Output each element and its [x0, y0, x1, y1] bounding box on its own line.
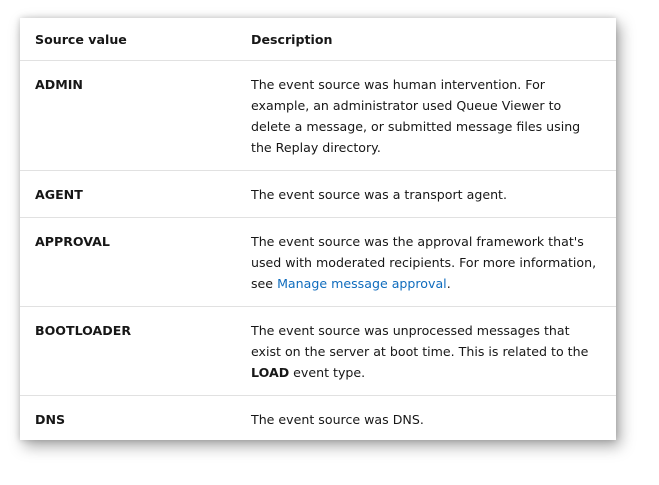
table-header-row: Source value Description [20, 18, 616, 61]
table-row: AGENT The event source was a transport a… [20, 170, 616, 218]
source-value-cell: ADMIN [20, 60, 251, 171]
source-values-table-card: Source value Description ADMIN The event… [20, 18, 616, 440]
table-row: ADMIN The event source was human interve… [20, 60, 616, 171]
description-text-end: . [446, 276, 451, 291]
description-text: The event source was unprocessed message… [251, 323, 589, 359]
table-row: BOOTLOADER The event source was unproces… [20, 306, 616, 396]
description-cell: The event source was human intervention.… [251, 60, 616, 171]
table-row: APPROVAL The event source was the approv… [20, 217, 616, 307]
description-cell: The event source was the approval framew… [251, 217, 616, 307]
description-text-end: event type. [289, 365, 366, 380]
source-value-cell: DNS [20, 395, 251, 440]
table-row: DNS The event source was DNS. [20, 395, 616, 440]
source-value-cell: BOOTLOADER [20, 306, 251, 396]
source-value-cell: AGENT [20, 170, 251, 218]
source-values-table: Source value Description ADMIN The event… [20, 18, 616, 440]
source-value-cell: APPROVAL [20, 217, 251, 307]
column-header-description: Description [251, 18, 616, 61]
event-type-bold: LOAD [251, 365, 290, 380]
description-cell: The event source was a transport agent. [251, 170, 616, 218]
column-header-source-value: Source value [20, 18, 251, 61]
description-cell: The event source was unprocessed message… [251, 306, 616, 396]
manage-message-approval-link[interactable]: Manage message approval [277, 276, 447, 291]
description-cell: The event source was DNS. [251, 395, 616, 440]
